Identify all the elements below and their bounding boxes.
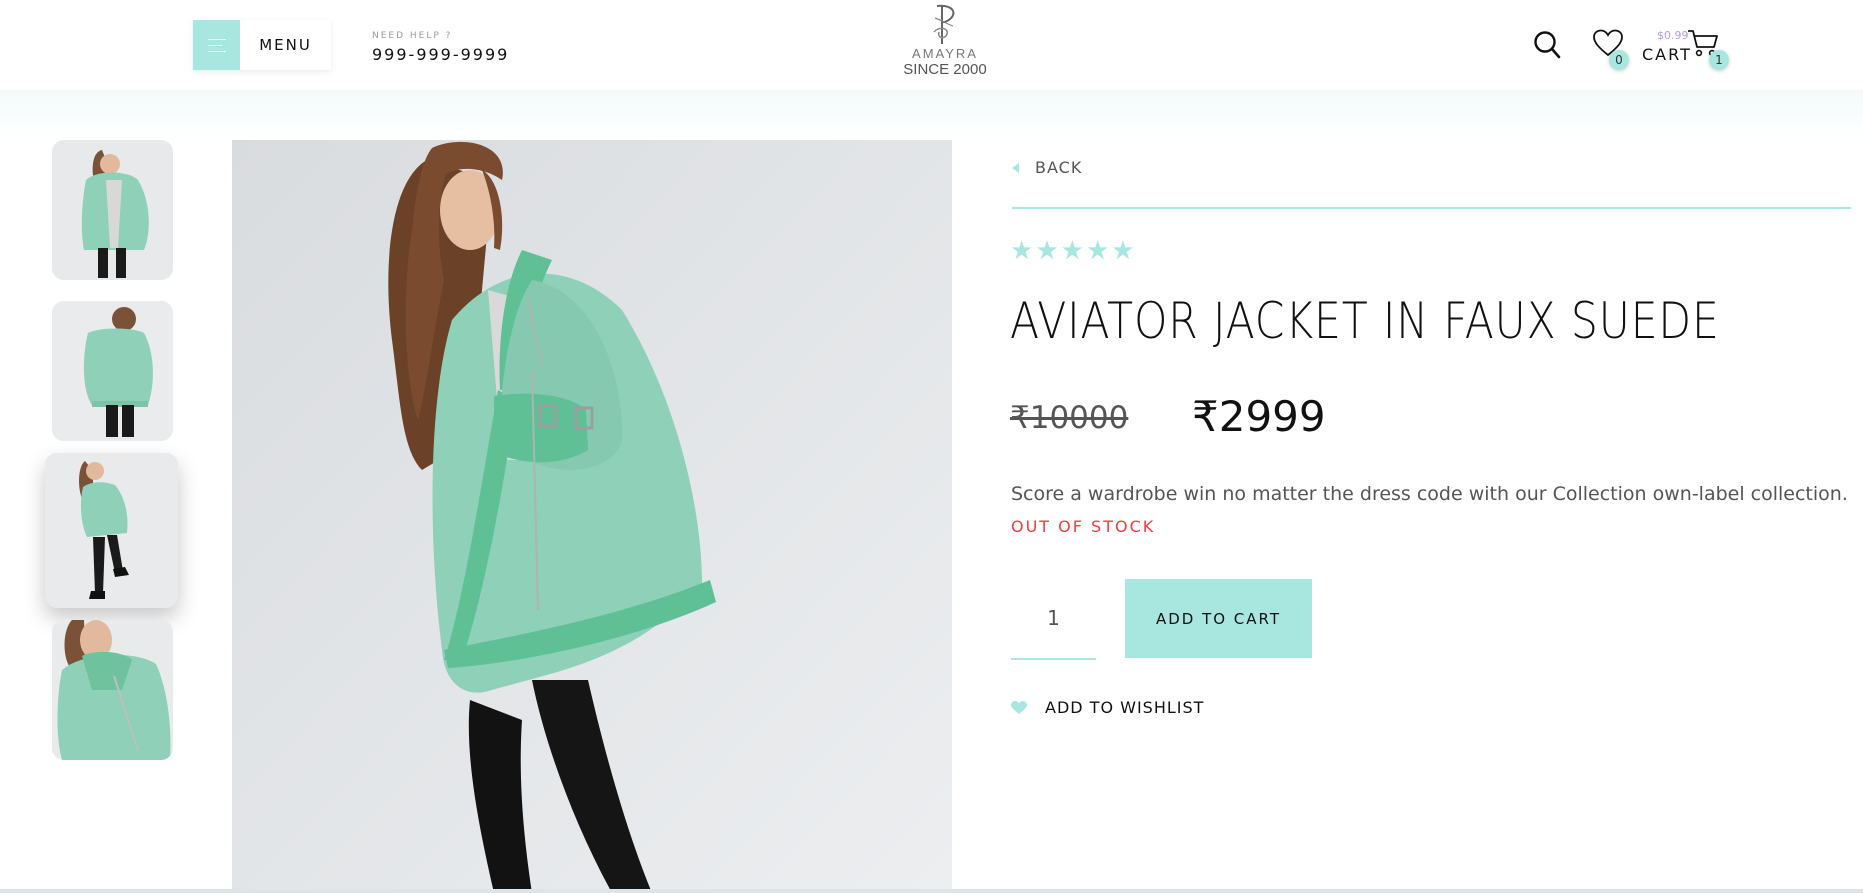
- star-icon: ★: [1010, 236, 1034, 266]
- quantity-input[interactable]: [1011, 578, 1096, 660]
- logo-tagline: SINCE 2000: [903, 61, 987, 78]
- thumbnail-side-active[interactable]: [45, 453, 178, 608]
- add-to-cart-button[interactable]: ADD TO CART: [1125, 579, 1312, 658]
- site-header: MENU NEED HELP ? 999-999-9999 AMAYRA SIN…: [0, 0, 1863, 90]
- menu-button[interactable]: MENU: [193, 20, 331, 70]
- cart-label[interactable]: CART: [1642, 45, 1692, 64]
- thumbnail-collar[interactable]: [52, 620, 173, 760]
- cart-total: $0.99: [1657, 29, 1689, 42]
- thumbnail-back[interactable]: [52, 301, 173, 441]
- star-icon: ★: [1060, 236, 1084, 266]
- header-shadow: [0, 90, 1863, 140]
- help-phone[interactable]: 999-999-9999: [372, 45, 509, 64]
- divider: [1012, 207, 1851, 209]
- wishlist-label: ADD TO WISHLIST: [1045, 698, 1205, 717]
- logo-brand: AMAYRA: [912, 46, 978, 61]
- logo[interactable]: AMAYRA SINCE 2000: [895, 2, 995, 86]
- back-label: BACK: [1035, 158, 1083, 177]
- rating-stars: ★ ★ ★ ★ ★: [1010, 236, 1135, 266]
- search-icon[interactable]: [1532, 30, 1562, 60]
- stock-status: OUT OF STOCK: [1011, 517, 1156, 536]
- page-bottom-border: [0, 889, 1863, 893]
- back-link[interactable]: BACK: [1012, 158, 1082, 177]
- main-product-image[interactable]: [232, 140, 952, 893]
- star-icon: ★: [1085, 236, 1110, 266]
- back-arrow-icon: [1012, 162, 1019, 173]
- logo-mark-icon: [933, 4, 955, 44]
- wishlist-count-badge: 0: [1609, 50, 1629, 70]
- add-to-wishlist-link[interactable]: ADD TO WISHLIST: [1011, 698, 1204, 717]
- heart-filled-icon: [1011, 700, 1027, 714]
- cart-count-badge: 1: [1709, 50, 1729, 70]
- new-price: ₹2999: [1192, 392, 1326, 441]
- star-icon: ★: [1111, 236, 1135, 266]
- menu-icon: [193, 20, 240, 70]
- old-price: ₹10000: [1010, 400, 1129, 436]
- product-title: AVIATOR JACKET IN FAUX SUEDE: [1010, 292, 1720, 350]
- thumbnail-front[interactable]: [52, 140, 173, 280]
- menu-label: MENU: [259, 36, 312, 54]
- help-caption: NEED HELP ?: [372, 31, 453, 41]
- product-description: Score a wardrobe win no matter the dress…: [1011, 483, 1848, 505]
- star-icon: ★: [1035, 236, 1059, 266]
